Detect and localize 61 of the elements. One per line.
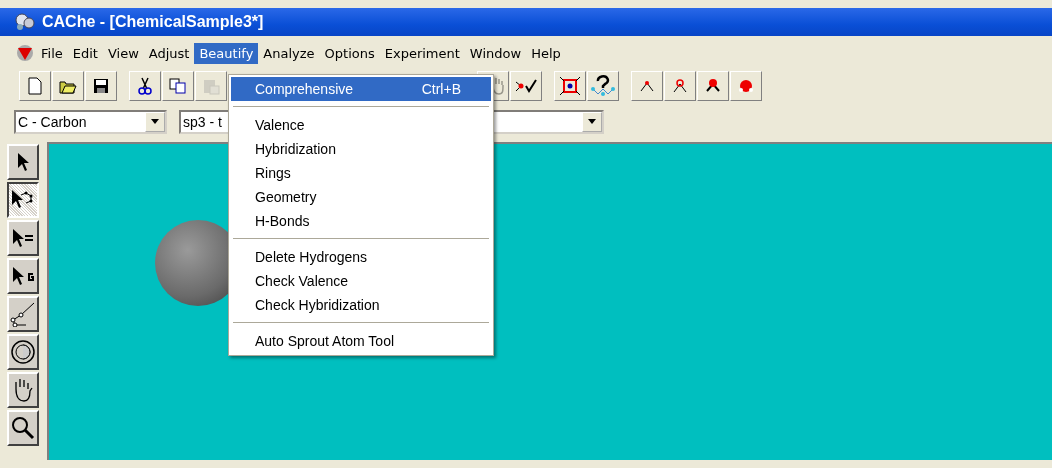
menu-option-label: Delete Hydrogens [255,249,368,265]
menu-option-label: Check Hybridization [255,297,380,313]
menu-option[interactable]: Check Valence [231,269,491,293]
menu-item[interactable]: File [36,42,68,64]
menu-option[interactable]: H-Bonds [231,209,491,233]
menu-item[interactable]: Options [319,42,380,64]
toolbar-button[interactable] [554,71,586,101]
menu-option-label: Comprehensive [255,81,354,97]
atom-check-icon [514,78,538,94]
fit-frame-icon [559,76,581,96]
search-icon [11,416,35,440]
arrow-equals-icon [11,228,35,248]
water-molecule-icon [671,78,689,94]
menu-option-label: Rings [255,165,291,181]
filled-molecule-icon [737,78,755,94]
menu-option[interactable]: Delete Hydrogens [231,245,491,269]
menu-option-label: Geometry [255,189,317,205]
menu-item[interactable]: Experiment [379,42,465,64]
menu-option-label: H-Bonds [255,213,310,229]
bent-molecule-icon [638,79,656,93]
menu-option[interactable]: Rings [231,161,491,185]
arrow-cursor-icon [16,152,30,172]
menu-option-label: Auto Sprout Atom Tool [255,333,395,349]
scissors-icon [138,77,152,95]
menu-option[interactable]: Hybridization [231,137,491,161]
arrow-g-icon [11,266,35,286]
new-file-icon [27,77,43,95]
menu-item[interactable]: Edit [67,42,103,64]
toolbar-button[interactable] [697,71,729,101]
menu-option[interactable]: Geometry [231,185,491,209]
app-icon [14,12,36,32]
pen-bonds-icon [10,301,36,327]
rotate-icon [10,339,36,365]
ball-molecule-icon [704,78,722,94]
menu-option[interactable]: Comprehensive Ctrl+B [231,77,491,101]
toolbar-button[interactable] [587,71,619,101]
menu-option[interactable]: Auto Sprout Atom Tool [231,329,491,353]
question-molecule-icon [591,75,615,97]
shortcut-label: Ctrl+B [421,81,461,97]
menu-item[interactable]: View [102,42,144,64]
menu-option-label: Valence [255,117,305,133]
menu-option-label: Check Valence [255,273,349,289]
dropdown-field[interactable]: C - Carbon [14,110,167,134]
clipboard-icon [202,77,220,95]
menu-option[interactable]: Check Hybridization [231,293,491,317]
menu-option[interactable]: Valence [231,113,491,137]
menu-item[interactable]: Adjust [143,42,195,64]
tool-button[interactable] [7,182,39,218]
window-title: CAChe - [ChemicalSample3*] [42,13,264,31]
toolbar-button[interactable] [52,71,84,101]
menu-option-label: Hybridization [255,141,336,157]
menu-item[interactable]: Help [526,42,566,64]
toolbar-button[interactable] [85,71,117,101]
open-folder-icon [59,78,77,94]
document-icon [14,43,36,63]
toolbar-button[interactable] [129,71,161,101]
menu-item[interactable]: Window [464,42,527,64]
copy-icon [169,78,187,94]
menu-item[interactable]: Analyze [258,42,320,64]
menu-item[interactable]: Beautify [194,42,259,64]
toolbar-button[interactable] [510,71,542,101]
